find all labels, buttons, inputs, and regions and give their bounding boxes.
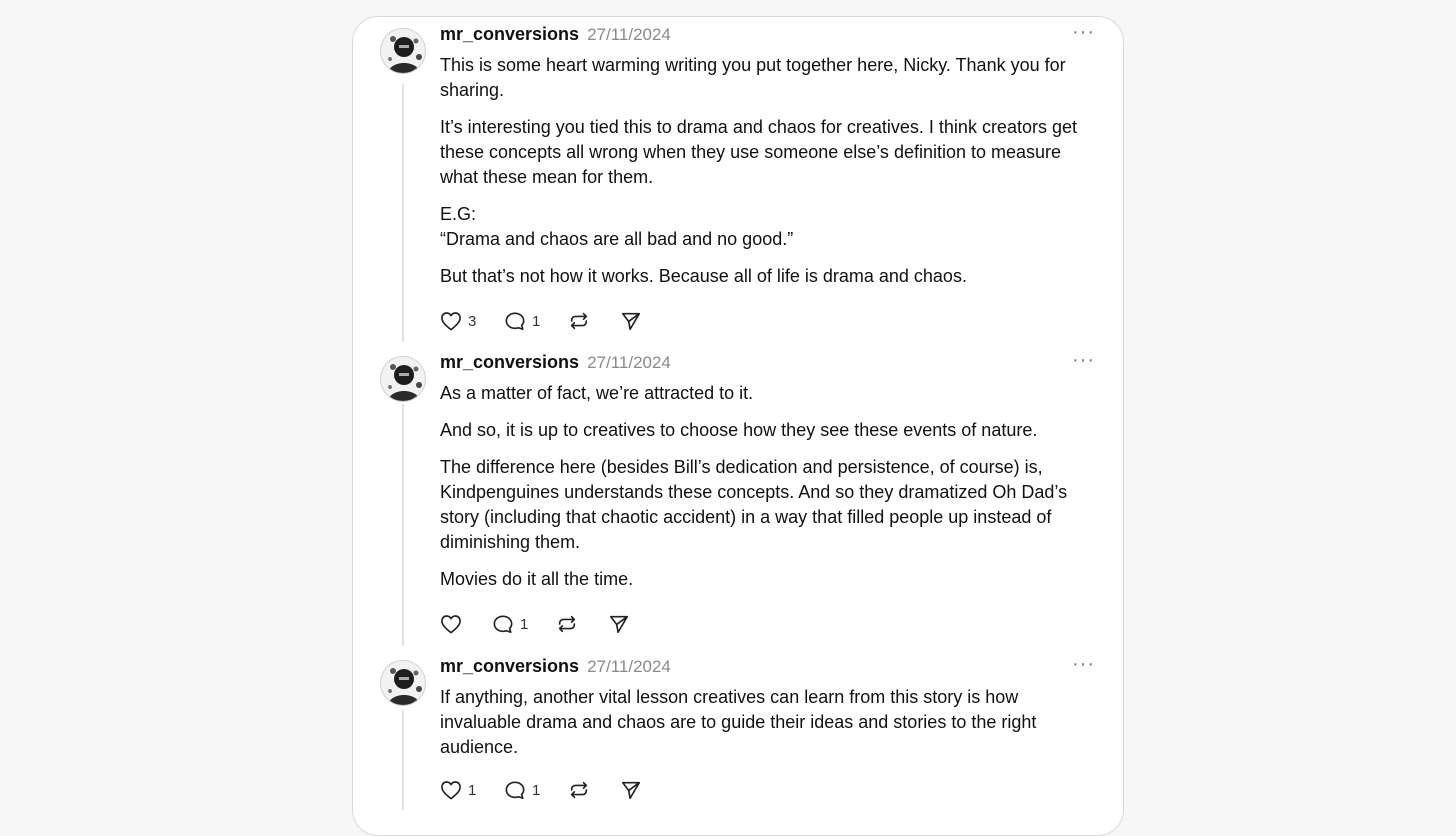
- comment-paragraph: E.G:: [440, 204, 477, 224]
- reply-count: 1: [520, 615, 529, 633]
- share-button[interactable]: [620, 310, 642, 332]
- reply-count: 1: [532, 312, 541, 330]
- comment-actions: 1 1: [440, 778, 642, 802]
- comment-3: mr_conversions 27/11/2024 ··· If anythin…: [380, 648, 1100, 810]
- heart-icon: [441, 312, 461, 331]
- comment-date[interactable]: 27/11/2024: [587, 657, 671, 677]
- heart-icon: [441, 615, 461, 634]
- restack-icon: [558, 615, 576, 633]
- comment-paragraph: Movies do it all the time.: [440, 569, 634, 589]
- like-button[interactable]: [440, 614, 492, 634]
- like-count: 3: [468, 312, 477, 330]
- share-button[interactable]: [608, 613, 630, 635]
- like-button[interactable]: 1: [440, 780, 504, 800]
- comment-date[interactable]: 27/11/2024: [587, 353, 671, 373]
- username[interactable]: mr_conversions: [440, 352, 579, 373]
- comment-date[interactable]: 27/11/2024: [587, 25, 671, 45]
- comment-bubble-icon: [505, 781, 525, 799]
- more-dots-icon[interactable]: ···: [1072, 22, 1095, 42]
- reply-button[interactable]: 1: [504, 311, 568, 331]
- username[interactable]: mr_conversions: [440, 24, 579, 45]
- comment-paragraph: But that’s not how it works. Because all…: [440, 266, 967, 286]
- username[interactable]: mr_conversions: [440, 656, 579, 677]
- comment-actions: 3 1: [440, 309, 642, 333]
- comment-actions: 1: [440, 612, 630, 636]
- share-send-icon: [621, 312, 641, 331]
- comment-body: If anything, another vital lesson creati…: [440, 685, 1100, 772]
- comment-body: As a matter of fact, we’re attracted to …: [440, 381, 1100, 604]
- restack-icon: [570, 781, 588, 799]
- comment-paragraph: The difference here (besides Bill’s dedi…: [440, 457, 1068, 552]
- like-count: 1: [468, 781, 477, 799]
- more-dots-icon[interactable]: ···: [1072, 654, 1095, 674]
- comment-paragraph: It’s interesting you tied this to drama …: [440, 117, 1077, 187]
- avatar-image: [381, 29, 425, 73]
- comment-header: mr_conversions 27/11/2024: [440, 24, 671, 48]
- heart-icon: [441, 781, 461, 800]
- comment-paragraph: “Drama and chaos are all bad and no good…: [440, 229, 794, 249]
- share-send-icon: [609, 615, 629, 634]
- comment-1: mr_conversions 27/11/2024 ··· This is so…: [380, 16, 1100, 336]
- share-send-icon: [621, 781, 641, 800]
- like-button[interactable]: 3: [440, 311, 504, 331]
- reply-count: 1: [532, 781, 541, 799]
- more-dots-icon[interactable]: ···: [1072, 350, 1095, 370]
- restack-button[interactable]: [556, 613, 608, 635]
- comment-bubble-icon: [505, 312, 525, 330]
- restack-button[interactable]: [568, 779, 620, 801]
- reply-button[interactable]: 1: [492, 614, 556, 634]
- restack-button[interactable]: [568, 310, 620, 332]
- avatar-image: [381, 661, 425, 705]
- avatar[interactable]: [380, 660, 426, 706]
- comment-header: mr_conversions 27/11/2024: [440, 352, 671, 376]
- avatar[interactable]: [380, 28, 426, 74]
- comment-paragraph: And so, it is up to creatives to choose …: [440, 420, 1038, 440]
- comment-paragraph: This is some heart warming writing you p…: [440, 55, 1066, 100]
- comment-paragraph: As a matter of fact, we’re attracted to …: [440, 383, 754, 403]
- share-button[interactable]: [620, 779, 642, 801]
- comment-bubble-icon: [493, 615, 513, 633]
- comment-body: This is some heart warming writing you p…: [440, 53, 1100, 301]
- restack-icon: [570, 312, 588, 330]
- comment-2: mr_conversions 27/11/2024 ··· As a matte…: [380, 344, 1100, 644]
- avatar[interactable]: [380, 356, 426, 402]
- comment-header: mr_conversions 27/11/2024: [440, 656, 671, 680]
- avatar-image: [381, 357, 425, 401]
- reply-button[interactable]: 1: [504, 780, 568, 800]
- comment-paragraph: If anything, another vital lesson creati…: [440, 687, 1037, 757]
